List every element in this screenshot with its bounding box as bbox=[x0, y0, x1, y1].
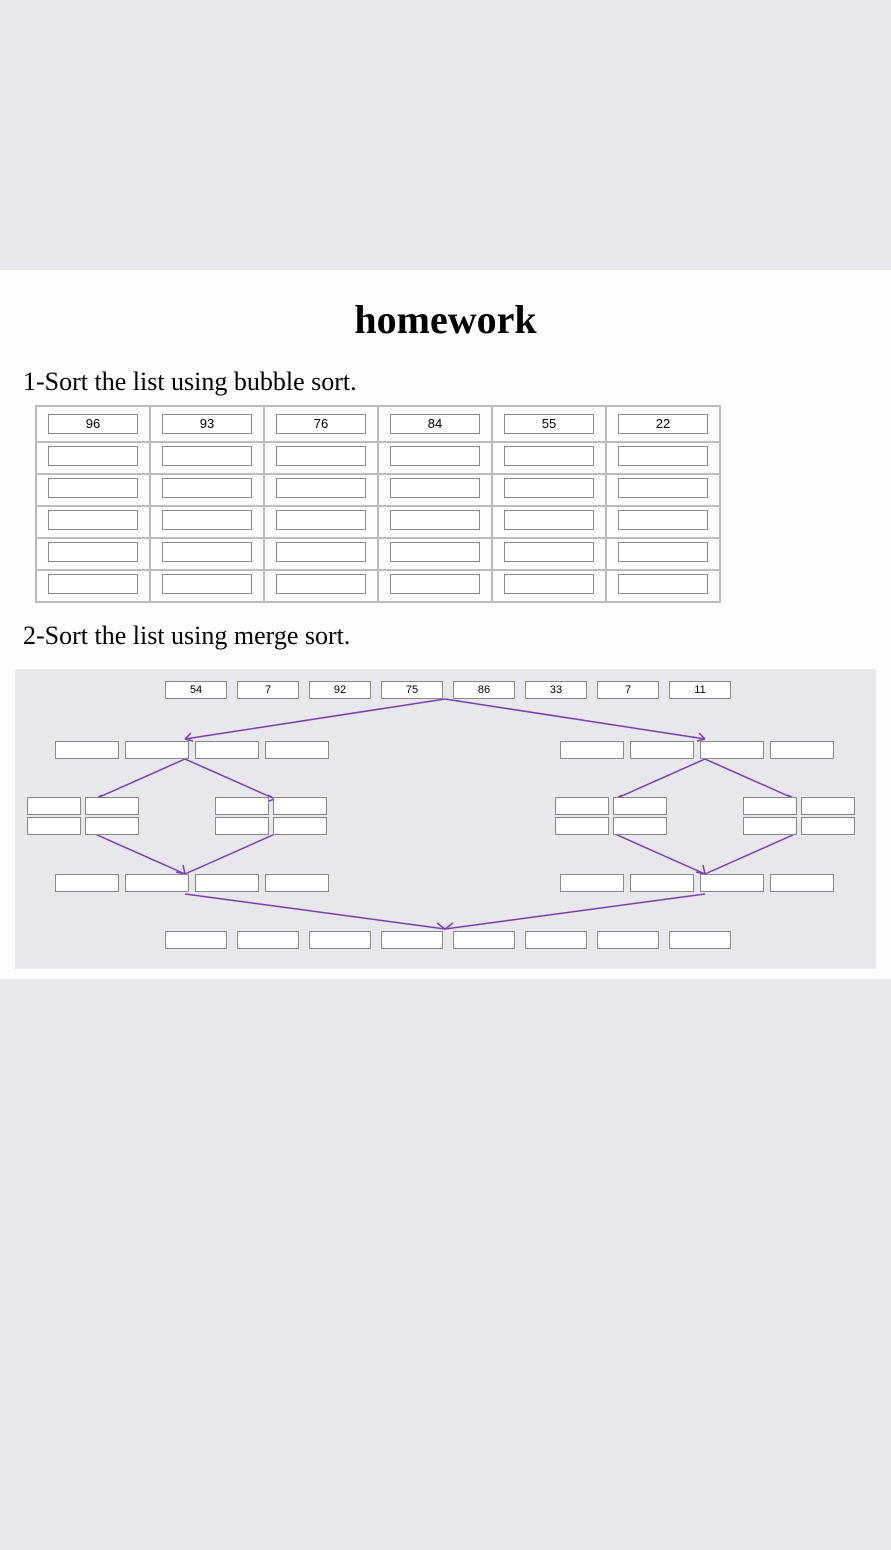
merge-box-empty bbox=[309, 931, 371, 949]
merge-box-empty bbox=[55, 874, 119, 892]
merge-box-empty bbox=[165, 931, 227, 949]
merge-box-empty bbox=[27, 817, 81, 835]
merge-sort-diagram: 54 7 92 75 86 33 7 11 bbox=[15, 669, 876, 969]
merge-box-empty bbox=[630, 741, 694, 759]
merge-box-empty bbox=[560, 874, 624, 892]
bubble-cell: 55 bbox=[504, 414, 594, 434]
bubble-cell: 96 bbox=[48, 414, 138, 434]
merge-box-empty bbox=[560, 741, 624, 759]
merge-box-empty bbox=[525, 931, 587, 949]
bubble-header-row: 96 93 76 84 55 22 bbox=[36, 406, 720, 442]
bubble-row bbox=[36, 474, 720, 506]
bubble-cell: 84 bbox=[390, 414, 480, 434]
page-title: homework bbox=[15, 296, 876, 343]
merge-box-empty bbox=[125, 741, 189, 759]
merge-box-empty bbox=[555, 797, 609, 815]
merge-box-empty bbox=[273, 817, 327, 835]
merge-box: 7 bbox=[237, 681, 299, 699]
merge-box-empty bbox=[273, 797, 327, 815]
merge-box-empty bbox=[85, 817, 139, 835]
merge-box-empty bbox=[237, 931, 299, 949]
merge-box-empty bbox=[381, 931, 443, 949]
merge-box: 7 bbox=[597, 681, 659, 699]
bubble-row bbox=[36, 506, 720, 538]
merge-box-empty bbox=[27, 797, 81, 815]
merge-box-empty bbox=[613, 817, 667, 835]
merge-box-empty bbox=[85, 797, 139, 815]
bubble-cell: 22 bbox=[618, 414, 708, 434]
merge-box-empty bbox=[125, 874, 189, 892]
merge-box-empty bbox=[770, 874, 834, 892]
merge-box: 86 bbox=[453, 681, 515, 699]
merge-box-empty bbox=[195, 741, 259, 759]
q1-prompt: 1-Sort the list using bubble sort. bbox=[23, 367, 876, 397]
bubble-row bbox=[36, 570, 720, 602]
q2-prompt: 2-Sort the list using merge sort. bbox=[23, 621, 876, 651]
merge-box-empty bbox=[215, 797, 269, 815]
merge-box-empty bbox=[801, 797, 855, 815]
merge-box-empty bbox=[613, 797, 667, 815]
merge-box-empty bbox=[265, 874, 329, 892]
bubble-row bbox=[36, 442, 720, 474]
merge-box-empty bbox=[700, 741, 764, 759]
bubble-sort-table-wrap: 96 93 76 84 55 22 bbox=[15, 405, 876, 613]
merge-box-empty bbox=[770, 741, 834, 759]
bubble-row bbox=[36, 538, 720, 570]
merge-box: 92 bbox=[309, 681, 371, 699]
merge-box-empty bbox=[743, 817, 797, 835]
bubble-cell: 93 bbox=[162, 414, 252, 434]
merge-box-empty bbox=[55, 741, 119, 759]
merge-box-empty bbox=[195, 874, 259, 892]
merge-box-empty bbox=[743, 797, 797, 815]
merge-box-empty bbox=[700, 874, 764, 892]
merge-box-empty bbox=[801, 817, 855, 835]
merge-box: 75 bbox=[381, 681, 443, 699]
merge-box-empty bbox=[453, 931, 515, 949]
merge-box: 54 bbox=[165, 681, 227, 699]
merge-box: 33 bbox=[525, 681, 587, 699]
bubble-cell: 76 bbox=[276, 414, 366, 434]
merge-box-empty bbox=[265, 741, 329, 759]
merge-box-empty bbox=[597, 931, 659, 949]
merge-box-empty bbox=[555, 817, 609, 835]
merge-box-empty bbox=[215, 817, 269, 835]
merge-box-empty bbox=[669, 931, 731, 949]
bubble-sort-table: 96 93 76 84 55 22 bbox=[35, 405, 721, 603]
merge-box-empty bbox=[630, 874, 694, 892]
merge-box: 11 bbox=[669, 681, 731, 699]
